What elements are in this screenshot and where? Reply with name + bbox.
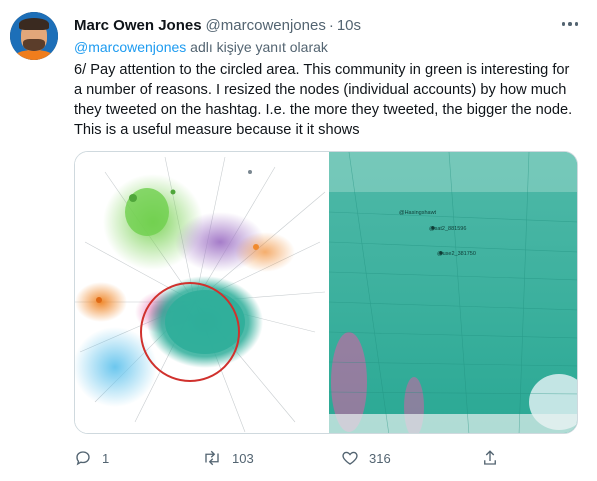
share-action[interactable] [482, 448, 498, 468]
reply-icon[interactable] [74, 449, 92, 467]
tweet-header: Marc Owen Jones @marcowenjones · 10s [74, 16, 361, 34]
retweet-count: 103 [232, 450, 254, 466]
avatar[interactable] [10, 12, 58, 60]
tweet[interactable]: Marc Owen Jones @marcowenjones · 10s @ma… [0, 0, 597, 481]
network-graph-illustration [75, 152, 327, 433]
retweet-icon[interactable] [202, 449, 222, 467]
like-action[interactable]: 316 [341, 448, 391, 468]
media-grid[interactable]: @Hasingshawt @sat2_881596 @use2_381750 [74, 151, 578, 434]
share-icon[interactable] [482, 449, 498, 467]
node-label-3: @use2_381750 [437, 251, 476, 257]
tweet-text: 6/ Pay attention to the circled area. Th… [74, 62, 573, 138]
zoomed-community-image[interactable]: @Hasingshawt @sat2_881596 @use2_381750 [328, 152, 577, 433]
node-label-2: @sat2_881596 [429, 226, 466, 232]
node-label-1: @Hasingshawt [399, 210, 437, 216]
separator-dot: · [328, 16, 334, 34]
timestamp[interactable]: 10s [337, 17, 361, 34]
reply-count: 1 [102, 450, 110, 466]
author-handle[interactable]: @marcowenjones [206, 17, 326, 34]
reply-action[interactable]: 1 [74, 448, 109, 468]
author-name[interactable]: Marc Owen Jones [74, 17, 202, 34]
like-count: 316 [369, 450, 391, 466]
heart-icon[interactable] [341, 449, 359, 467]
zoomed-community-illustration: @Hasingshawt @sat2_881596 @use2_381750 [328, 152, 577, 433]
reply-context: @marcowenjones adlı kişiye yanıt olarak [74, 39, 328, 55]
retweet-action[interactable]: 103 [202, 448, 254, 468]
reply-mention-link[interactable]: @marcowenjones [74, 39, 186, 55]
network-graph-image[interactable] [75, 152, 327, 433]
more-options-icon[interactable] [560, 16, 580, 32]
reply-context-text: adlı kişiye yanıt olarak [186, 39, 328, 55]
